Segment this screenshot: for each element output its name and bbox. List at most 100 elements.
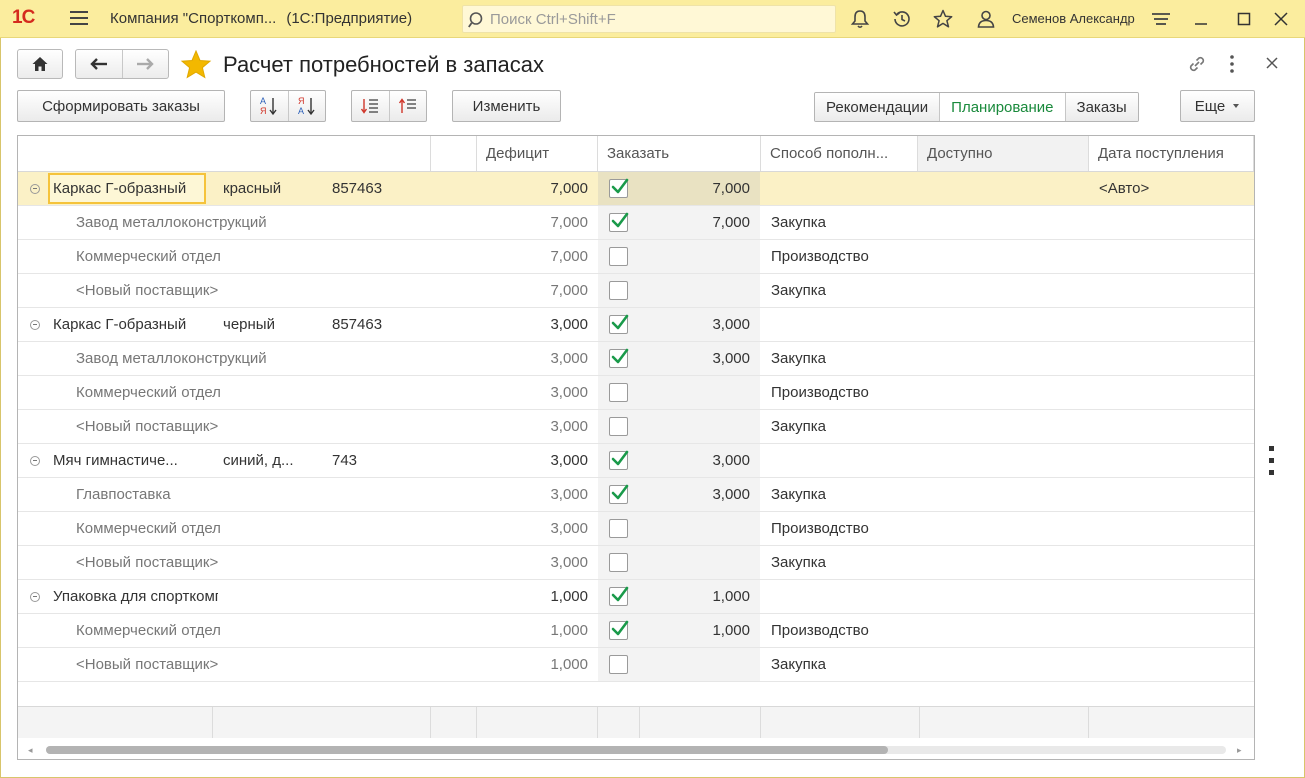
order-checkbox[interactable] — [609, 281, 628, 300]
user-name[interactable]: Семенов Александр — [1012, 11, 1135, 26]
supplier-name[interactable]: Коммерческий отдел — [76, 376, 426, 409]
order-checkbox[interactable] — [609, 484, 629, 504]
order-checkbox[interactable] — [609, 348, 629, 368]
forward-button[interactable] — [123, 50, 169, 78]
order-checkbox[interactable] — [609, 247, 628, 266]
minimize-icon[interactable] — [1188, 6, 1214, 32]
supplier-name[interactable]: Завод металлоконструкций — [76, 206, 426, 239]
history-icon[interactable] — [891, 8, 913, 30]
collapse-all-button[interactable] — [390, 91, 427, 121]
create-orders-button[interactable]: Сформировать заказы — [17, 90, 225, 122]
table-row-supplier[interactable]: <Новый поставщик> 3,000 Закупка — [18, 546, 1254, 580]
order-checkbox[interactable] — [609, 383, 628, 402]
header-col-available[interactable]: Доступно — [918, 136, 1089, 171]
order-checkbox[interactable] — [609, 212, 629, 232]
replenishment-method[interactable] — [771, 308, 911, 341]
product-characteristic[interactable]: красный — [223, 172, 323, 205]
table-row-supplier[interactable]: Коммерческий отдел 3,000 Производство — [18, 512, 1254, 546]
back-button[interactable] — [76, 50, 123, 78]
header-col-product[interactable] — [18, 136, 431, 171]
order-quantity[interactable] — [640, 274, 750, 307]
order-quantity[interactable] — [640, 512, 750, 545]
order-checkbox[interactable] — [609, 450, 629, 470]
replenishment-method[interactable]: Закупка — [771, 478, 911, 511]
replenishment-method[interactable]: Закупка — [771, 410, 911, 443]
collapse-toggle-icon[interactable] — [30, 184, 40, 194]
favorite-star-icon[interactable] — [180, 50, 212, 80]
scroll-right-icon[interactable]: ▸ — [1237, 745, 1242, 756]
home-button[interactable] — [17, 49, 63, 79]
order-checkbox[interactable] — [609, 655, 628, 674]
table-row-product[interactable]: Каркас Г-образный красный 857463 7,000 7,000… — [18, 172, 1254, 206]
table-row-supplier[interactable]: Коммерческий отдел 3,000 Производство — [18, 376, 1254, 410]
link-icon[interactable] — [1185, 52, 1209, 76]
order-checkbox[interactable] — [609, 620, 629, 640]
supplier-name[interactable]: <Новый поставщик> — [76, 648, 426, 681]
main-menu-icon[interactable] — [70, 11, 88, 25]
table-row-product[interactable]: Мяч гимнастиче... синий, д... 743 3,000 3,00… — [18, 444, 1254, 478]
close-app-icon[interactable] — [1268, 6, 1294, 32]
sort-ascending-button[interactable]: АЯ — [251, 91, 289, 121]
header-col-order[interactable]: Заказать — [598, 136, 761, 171]
table-row-supplier[interactable]: Завод металлоконструкций 7,000 7,000 Закупк… — [18, 206, 1254, 240]
search-input[interactable] — [488, 8, 828, 30]
product-characteristic[interactable] — [223, 580, 323, 613]
close-form-icon[interactable] — [1264, 55, 1280, 71]
replenishment-method[interactable] — [771, 580, 911, 613]
supplier-name[interactable]: <Новый поставщик> — [76, 274, 426, 307]
table-row-supplier[interactable]: <Новый поставщик> 7,000 Закупка — [18, 274, 1254, 308]
product-code[interactable] — [332, 580, 427, 613]
replenishment-method[interactable]: Закупка — [771, 206, 911, 239]
supplier-name[interactable]: <Новый поставщик> — [76, 546, 426, 579]
collapse-toggle-icon[interactable] — [30, 592, 40, 602]
edit-button[interactable]: Изменить — [452, 90, 561, 122]
table-row-supplier[interactable]: Главпоставка 3,000 3,000 Закупка — [18, 478, 1254, 512]
order-quantity[interactable]: 7,000 — [640, 172, 750, 205]
product-characteristic[interactable]: синий, д... — [223, 444, 323, 477]
table-row-supplier[interactable]: <Новый поставщик> 1,000 Закупка — [18, 648, 1254, 682]
replenishment-method[interactable] — [771, 172, 911, 205]
replenishment-method[interactable]: Закупка — [771, 274, 911, 307]
scroll-left-icon[interactable]: ◂ — [28, 745, 33, 756]
order-quantity[interactable]: 1,000 — [640, 614, 750, 647]
scrollbar-thumb[interactable] — [46, 746, 888, 754]
sort-descending-button[interactable]: ЯА — [289, 91, 326, 121]
table-row-product[interactable]: Каркас Г-образный черный 857463 3,000 3,000 — [18, 308, 1254, 342]
order-checkbox[interactable] — [609, 586, 629, 606]
table-row-supplier[interactable]: Коммерческий отдел 1,000 1,000 Производство — [18, 614, 1254, 648]
more-button[interactable]: Еще — [1180, 90, 1255, 122]
header-col-deficit[interactable]: Дефицит — [477, 136, 598, 171]
order-checkbox[interactable] — [609, 314, 629, 334]
order-quantity[interactable] — [640, 648, 750, 681]
product-code[interactable]: 857463 — [332, 172, 427, 205]
collapse-toggle-icon[interactable] — [30, 456, 40, 466]
order-quantity[interactable] — [640, 376, 750, 409]
order-quantity[interactable]: 3,000 — [640, 478, 750, 511]
arrival-date[interactable]: <Авто> — [1099, 172, 1249, 205]
horizontal-scrollbar[interactable]: ◂ ▸ — [18, 738, 1254, 759]
table-row-product[interactable]: Упаковка для спорткомплекса 1,000 1,000 — [18, 580, 1254, 614]
supplier-name[interactable]: <Новый поставщик> — [76, 410, 426, 443]
needs-table[interactable]: Дефицит Заказать Способ пополн... Доступ… — [17, 135, 1255, 760]
supplier-name[interactable]: Главпоставка — [76, 478, 426, 511]
supplier-name[interactable]: Завод металлоконструкций — [76, 342, 426, 375]
supplier-name[interactable]: Коммерческий отдел — [76, 240, 426, 273]
order-quantity[interactable]: 7,000 — [640, 206, 750, 239]
replenishment-method[interactable]: Производство — [771, 512, 911, 545]
collapse-toggle-icon[interactable] — [30, 320, 40, 330]
order-quantity[interactable] — [640, 410, 750, 443]
global-search[interactable] — [462, 5, 836, 33]
table-row-supplier[interactable]: Завод металлоконструкций 3,000 3,000 Закупк… — [18, 342, 1254, 376]
header-col-date[interactable]: Дата поступления — [1089, 136, 1254, 171]
more-actions-icon[interactable] — [1227, 53, 1237, 75]
order-quantity[interactable]: 3,000 — [640, 444, 750, 477]
tab-orders[interactable]: Заказы — [1065, 93, 1138, 121]
bell-icon[interactable] — [849, 8, 871, 30]
product-code[interactable]: 857463 — [332, 308, 427, 341]
replenishment-method[interactable] — [771, 444, 911, 477]
order-checkbox[interactable] — [609, 417, 628, 436]
tab-recommendations[interactable]: Рекомендации — [815, 93, 941, 121]
order-checkbox[interactable] — [609, 178, 629, 198]
order-checkbox[interactable] — [609, 519, 628, 538]
supplier-name[interactable]: Коммерческий отдел — [76, 512, 426, 545]
